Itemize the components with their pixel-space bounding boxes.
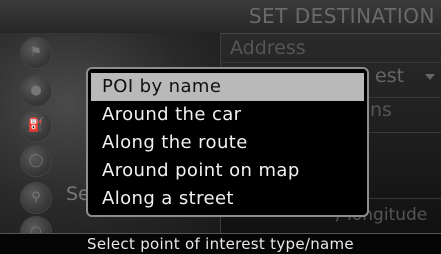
gas-icon[interactable]: ⛽ (20, 110, 52, 142)
pin-icon[interactable]: ⚲ (20, 182, 52, 214)
popup-item-along-street[interactable]: Along a street (91, 185, 364, 213)
list-divider (221, 62, 441, 63)
address-option[interactable]: Address (230, 37, 306, 59)
navigation-screen: SET DESTINATION ⚑ ● ⛽ ◯ ⚲ ○ Address est … (0, 0, 441, 254)
popup-item-along-route[interactable]: Along the route (91, 129, 364, 157)
status-bar: Select point of interest type/name (0, 233, 441, 254)
popup-item-poi-by-name[interactable]: POI by name (91, 73, 364, 101)
popup-item-around-point[interactable]: Around point on map (91, 157, 364, 185)
poi-icon[interactable]: ● (20, 75, 52, 107)
page-title: SET DESTINATION (248, 4, 435, 28)
chevron-down-icon[interactable] (425, 74, 435, 80)
header-bar: SET DESTINATION (0, 0, 441, 34)
options-partial-text: ns (370, 99, 392, 121)
interest-partial-text: est (375, 65, 405, 87)
poi-search-popup: POI by name Around the car Along the rou… (86, 67, 369, 217)
popup-item-around-car[interactable]: Around the car (91, 101, 364, 129)
flag-icon[interactable]: ⚑ (20, 37, 52, 69)
car-icon[interactable]: ◯ (20, 145, 52, 177)
